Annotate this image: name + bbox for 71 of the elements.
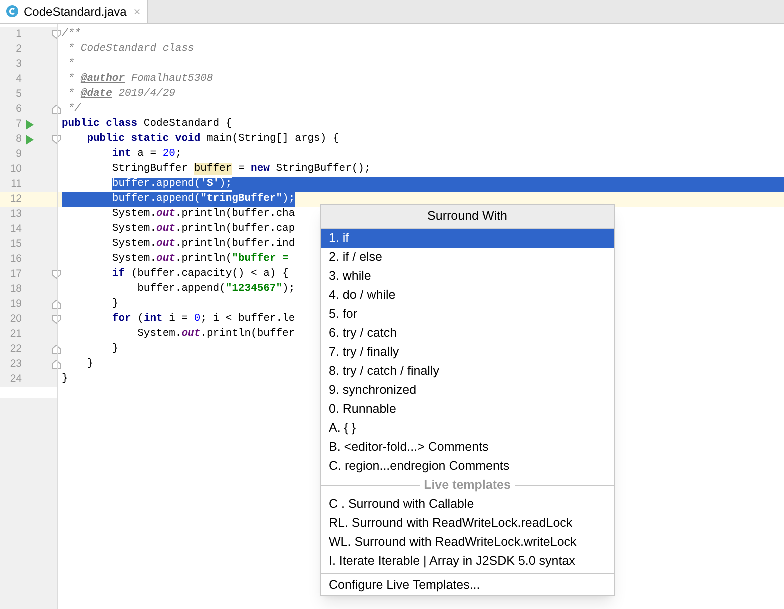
code-line: * @author Fomalhaut5308 [67,72,214,87]
code-line: System.out.println(buffer.ind [111,237,296,252]
code-line: System.out.println(buffer [136,327,296,342]
code-line: } [111,297,119,312]
line-number: 12 [9,192,22,207]
menu-item[interactable]: I. Iterate Iterable | Array in J2SDK 5.0 syntax [321,552,614,571]
menu-item[interactable]: 0. Runnable [321,400,614,419]
code-line: } [111,342,119,357]
run-icon[interactable] [25,120,34,130]
menu-item[interactable]: 1. if [321,229,614,248]
code-line: StringBuffer buffer = new StringBuffer(); [111,162,371,177]
code-line: System.out.println(buffer.cap [111,222,296,237]
menu-item[interactable]: C . Surround with Callable [321,495,614,514]
code-line: */ [67,102,81,117]
line-number: 6 [15,102,22,117]
line-number: 11 [10,176,22,192]
popup-title: Surround With [321,205,614,229]
code-line: } [86,357,94,372]
code-line: * CodeStandard class [67,42,194,57]
section-header: Live templates [424,477,511,494]
code-line: public class CodeStandard { [62,117,232,132]
code-line: if (buffer.capacity() < a) { [111,267,289,282]
line-number: 2 [15,42,22,57]
class-icon [6,5,19,18]
line-number: 9 [15,146,22,162]
file-tab[interactable]: CodeStandard.java × [0,0,148,23]
line-number: 23 [9,356,22,372]
code-line: public static void main(String[] args) { [86,132,340,147]
menu-item[interactable]: RL. Surround with ReadWriteLock.readLock [321,514,614,533]
code-line: } [62,372,68,387]
line-number: 14 [9,222,22,237]
menu-item[interactable]: 2. if / else [321,248,614,267]
code-line: * @date 2019/4/29 [67,87,176,102]
line-number: 8 [15,132,22,147]
tab-label: CodeStandard.java [24,4,127,20]
menu-item[interactable]: 7. try / finally [321,343,614,362]
menu-item[interactable]: A. { } [321,419,614,438]
line-number: 22 [9,342,22,357]
line-number: 24 [9,372,22,387]
menu-item[interactable]: C. region...endregion Comments [321,457,614,476]
line-number: 10 [9,162,22,177]
code-line: buffer.append("1234567"); [136,282,296,297]
line-number: 4 [15,72,22,87]
line-number: 7 [15,116,22,132]
menu-item[interactable]: 4. do / while [321,286,614,305]
line-number: 3 [15,56,22,72]
line-number: 13 [9,206,22,222]
line-number: 20 [9,312,22,327]
line-number: 5 [15,86,22,102]
menu-item[interactable]: B. <editor-fold...> Comments [321,438,614,457]
line-number: 17 [9,266,22,282]
menu-item[interactable]: 3. while [321,267,614,286]
line-number: 18 [9,282,22,297]
code-line: System.out.println("buffer = [111,252,289,267]
line-number: 19 [9,296,22,312]
line-number: 1 [15,26,22,42]
code-line: System.out.println(buffer.cha [111,207,296,222]
menu-item[interactable]: WL. Surround with ReadWriteLock.writeLock [321,533,614,552]
menu-item[interactable]: 5. for [321,305,614,324]
line-number: 15 [9,236,22,252]
code-line: int a = 20; [111,147,182,162]
menu-item[interactable]: 8. try / catch / finally [321,362,614,381]
menu-item[interactable]: 9. synchronized [321,381,614,400]
line-number: 16 [9,252,22,267]
run-icon[interactable] [25,134,34,144]
menu-item[interactable]: Configure Live Templates... [321,576,614,595]
menu-item[interactable]: 6. try / catch [321,324,614,343]
code-line: for (int i = 0; i < buffer.le [111,312,296,327]
code-line: /** [62,27,81,42]
line-number: 21 [9,326,22,342]
code-line: * [67,57,75,72]
